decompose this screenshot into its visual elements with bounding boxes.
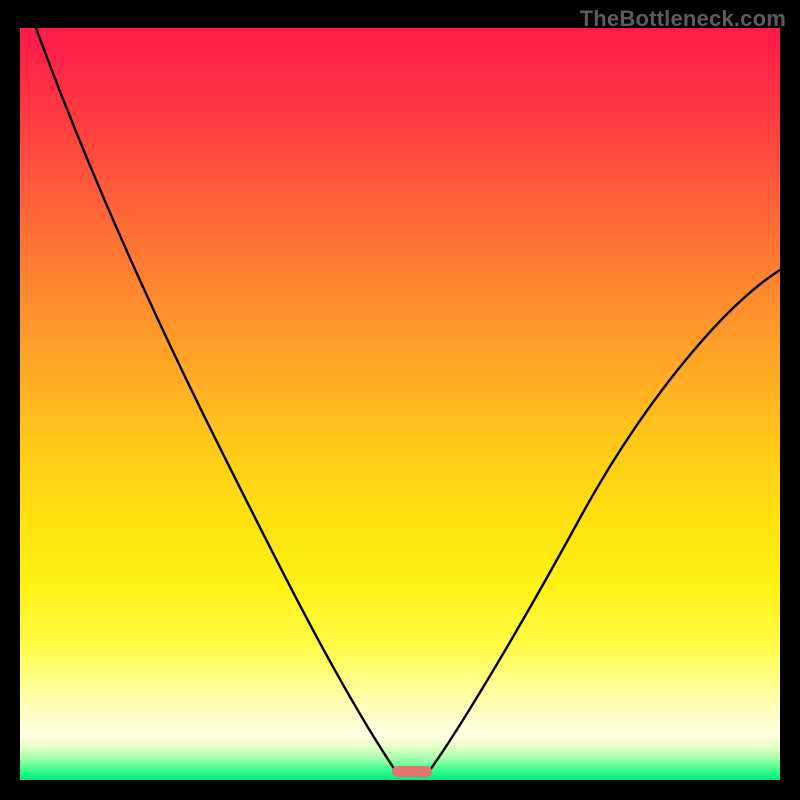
bottleneck-curve-path <box>36 28 780 770</box>
optimal-range-marker <box>392 766 432 777</box>
plot-area <box>20 28 780 780</box>
chart-frame: TheBottleneck.com <box>0 0 800 800</box>
bottleneck-curve <box>20 28 780 780</box>
